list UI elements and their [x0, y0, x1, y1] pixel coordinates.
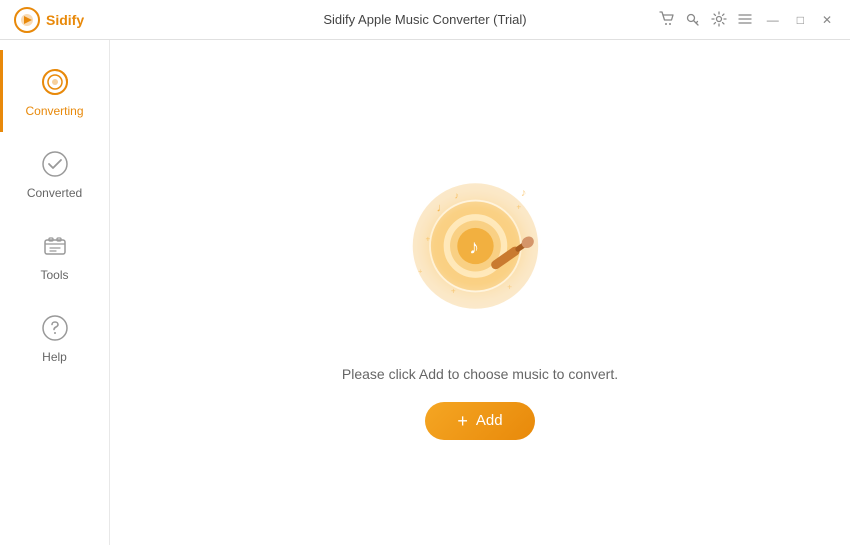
svg-text:♪: ♪ [455, 190, 460, 200]
key-icon[interactable] [685, 11, 701, 29]
title-bar: Sidify Sidify Apple Music Converter (Tri… [0, 0, 850, 40]
sidebar-converting-label: Converting [25, 104, 83, 118]
maximize-button[interactable]: □ [793, 11, 808, 29]
svg-text:+: + [418, 266, 422, 275]
settings-icon[interactable] [711, 11, 727, 29]
sidebar-item-help[interactable]: Help [0, 296, 109, 378]
window-controls: — □ ✕ [659, 11, 850, 29]
sidebar-item-converting[interactable]: Converting [0, 50, 109, 132]
window-title: Sidify Apple Music Converter (Trial) [323, 12, 526, 27]
content-area: ♪ ♩ ♪ + + + + + ♪ Please click Add to ch… [110, 40, 850, 545]
sidebar-help-label: Help [42, 350, 67, 364]
music-illustration: ♪ ♩ ♪ + + + + + ♪ [380, 146, 580, 346]
close-button[interactable]: ✕ [818, 11, 836, 29]
svg-text:+: + [507, 282, 512, 291]
add-button[interactable]: + Add [425, 402, 534, 440]
svg-text:♪: ♪ [469, 236, 479, 258]
converting-icon [39, 66, 71, 98]
menu-icon[interactable] [737, 11, 753, 29]
logo-text: Sidify [46, 12, 84, 28]
converted-icon [39, 148, 71, 180]
sidebar-tools-label: Tools [40, 268, 68, 282]
svg-text:+: + [425, 234, 430, 243]
cart-icon[interactable] [659, 11, 675, 29]
add-button-label: Add [476, 412, 503, 429]
sidebar-item-tools[interactable]: Tools [0, 214, 109, 296]
add-plus-icon: + [457, 412, 468, 430]
minimize-button[interactable]: — [763, 11, 783, 29]
svg-text:♪: ♪ [521, 187, 526, 199]
tools-icon [39, 230, 71, 262]
sidebar-item-converted[interactable]: Converted [0, 132, 109, 214]
prompt-text: Please click Add to choose music to conv… [342, 366, 618, 382]
main-layout: Converting Converted [0, 40, 850, 545]
svg-text:+: + [451, 286, 456, 295]
help-icon [39, 312, 71, 344]
sidebar-converted-label: Converted [27, 186, 82, 200]
svg-text:+: + [516, 202, 521, 211]
sidebar: Converting Converted [0, 40, 110, 545]
svg-text:♩: ♩ [436, 200, 448, 214]
app-logo: Sidify [0, 7, 110, 33]
sidify-logo-icon [14, 7, 40, 33]
